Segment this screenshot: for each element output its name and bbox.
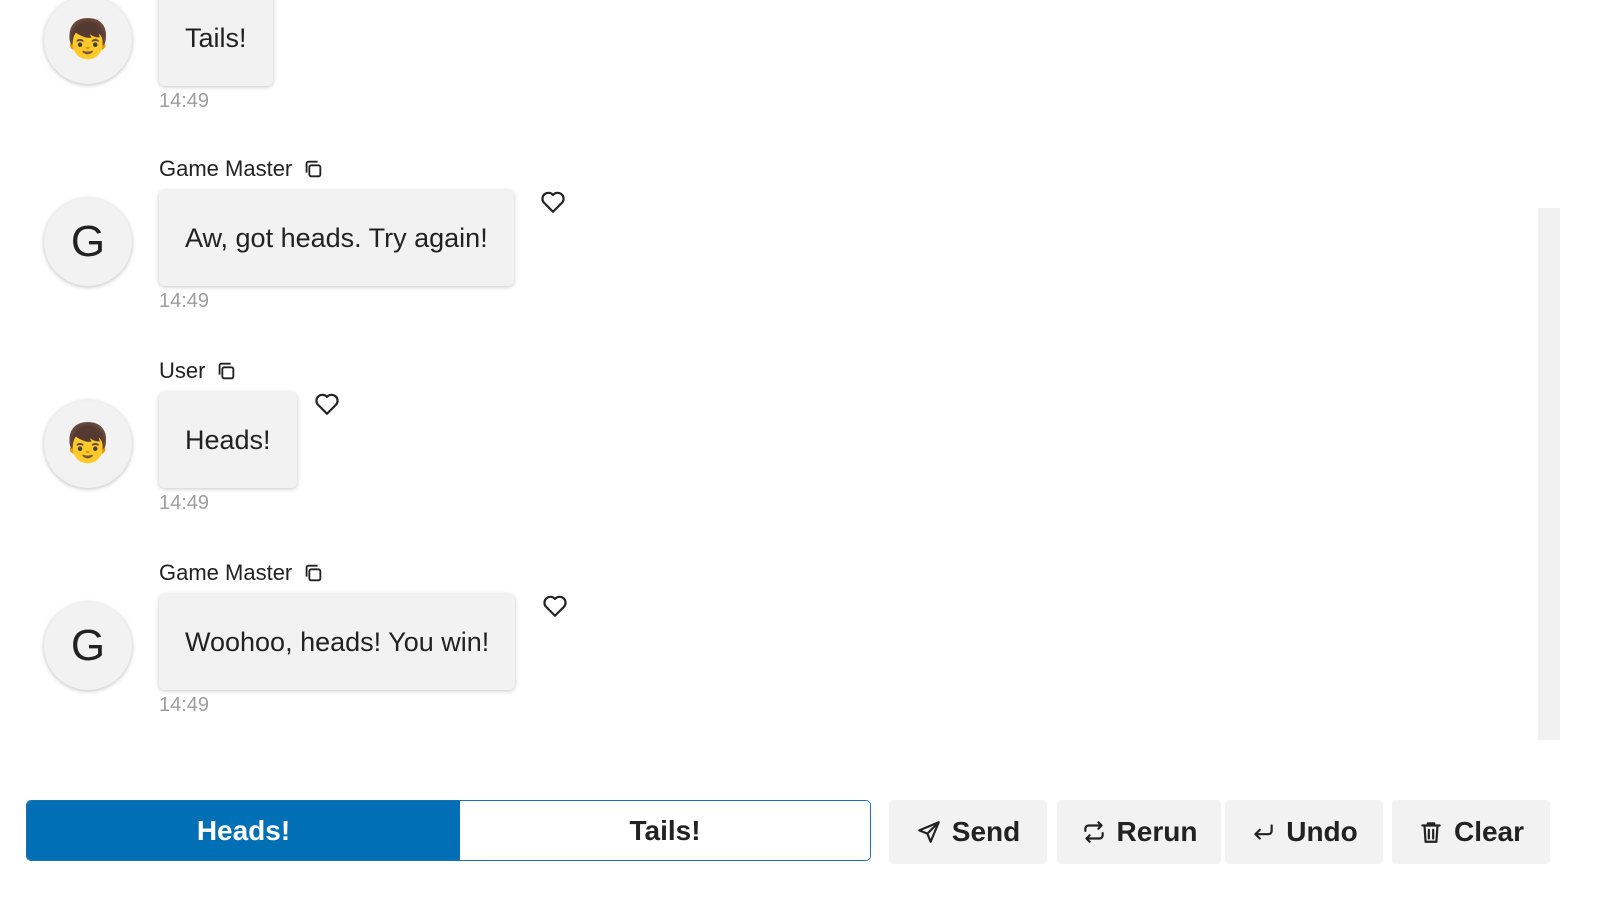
user-emoji-avatar: 👦	[64, 19, 112, 61]
chat-message: User 👦 Heads! 14:49	[0, 358, 1400, 528]
chat-log: 👦 Tails! 14:49 Game Master G Aw, got hea…	[0, 0, 1540, 770]
heart-icon[interactable]	[540, 190, 566, 214]
copy-icon[interactable]	[215, 360, 237, 382]
sender-name: Game Master	[159, 560, 293, 585]
message-text: Tails!	[185, 22, 247, 53]
rerun-icon	[1083, 821, 1104, 843]
choice-heads-option[interactable]: Heads!	[27, 801, 460, 860]
undo-icon	[1254, 824, 1273, 840]
user-emoji-avatar: 👦	[64, 423, 112, 465]
rerun-button[interactable]: Rerun	[1057, 800, 1221, 864]
undo-button[interactable]: Undo	[1225, 800, 1383, 864]
send-label: Send	[951, 816, 1021, 847]
rerun-label: Rerun	[1116, 816, 1198, 847]
avatar: G	[44, 602, 132, 690]
heart-icon[interactable]	[314, 392, 340, 416]
message-bubble: Tails!	[159, 0, 273, 86]
message-text: Aw, got heads. Try again!	[185, 222, 488, 253]
message-timestamp: 14:49	[159, 290, 210, 312]
clear-button[interactable]: Clear	[1392, 800, 1550, 864]
message-sender: Game Master	[159, 560, 324, 586]
chat-message: Game Master G Woohoo, heads! You win! 14…	[0, 560, 1400, 730]
message-bubble: Aw, got heads. Try again!	[159, 190, 514, 286]
avatar: 👦	[44, 400, 132, 488]
input-bar: Heads! Tails! Send Rerun Undo Clear	[0, 800, 1600, 866]
message-timestamp: 14:49	[159, 90, 210, 112]
chat-scrollbar[interactable]	[1538, 208, 1560, 740]
heart-icon[interactable]	[542, 594, 568, 618]
send-button[interactable]: Send	[889, 800, 1047, 864]
avatar-letter: G	[70, 217, 106, 266]
message-text: Woohoo, heads! You win!	[185, 626, 490, 657]
copy-icon[interactable]	[302, 158, 324, 180]
message-bubble: Heads!	[159, 392, 297, 488]
chat-message: 👦 Tails! 14:49	[0, 0, 1400, 156]
choice-radio-group: Heads! Tails!	[26, 800, 871, 861]
copy-icon[interactable]	[302, 562, 324, 584]
message-sender: User	[159, 358, 237, 384]
message-timestamp: 14:49	[159, 492, 210, 514]
message-bubble: Woohoo, heads! You win!	[159, 594, 516, 690]
avatar: G	[44, 198, 132, 286]
choice-tails-option[interactable]: Tails!	[460, 801, 870, 860]
trash-icon	[1421, 822, 1441, 843]
message-sender: Game Master	[159, 156, 324, 182]
sender-name: Game Master	[159, 156, 293, 181]
sender-name: User	[159, 358, 206, 383]
message-timestamp: 14:49	[159, 694, 210, 716]
send-icon	[917, 821, 940, 843]
undo-label: Undo	[1286, 816, 1358, 847]
avatar: 👦	[44, 0, 132, 84]
chat-message: Game Master G Aw, got heads. Try again! …	[0, 156, 1400, 326]
message-text: Heads!	[185, 424, 271, 455]
clear-label: Clear	[1453, 816, 1525, 847]
avatar-letter: G	[70, 621, 106, 670]
